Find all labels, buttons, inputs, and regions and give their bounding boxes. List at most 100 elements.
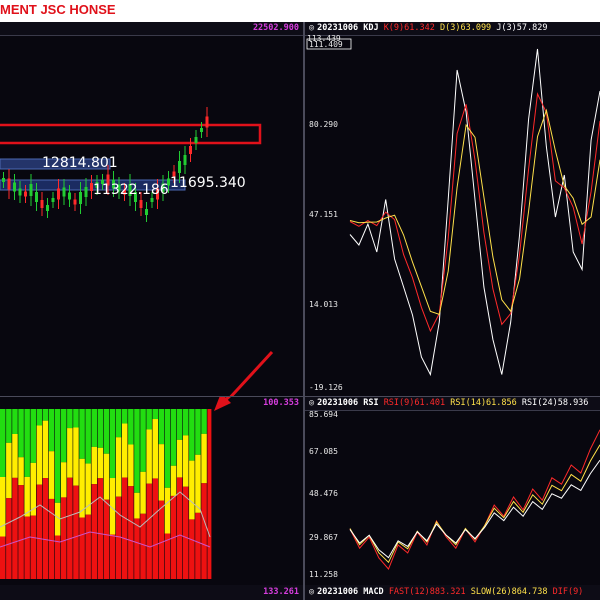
candle-body	[200, 128, 203, 132]
bar-green-segment	[122, 409, 128, 424]
vertical-divider[interactable]	[303, 22, 305, 600]
bar-yellow-segment	[115, 437, 122, 497]
bar-yellow-segment	[158, 444, 165, 501]
bar-yellow-segment	[176, 439, 183, 478]
bar-yellow-segment	[97, 447, 104, 479]
bar-green-segment	[48, 409, 55, 452]
bar-yellow-segment	[195, 454, 201, 513]
bar-yellow-segment	[164, 487, 171, 534]
bar-yellow-segment	[146, 429, 152, 484]
volume-svg	[0, 397, 232, 579]
bar-green-segment	[18, 409, 24, 458]
candle-body	[139, 200, 143, 208]
bar-yellow-segment	[140, 471, 146, 514]
bar-green-segment	[152, 409, 158, 420]
kdj-lines	[349, 48, 600, 377]
bar-yellow-segment	[201, 433, 207, 484]
price-chart-svg: 12814.801 11322.186 11695.340	[0, 107, 274, 397]
bar-red-segment	[140, 513, 146, 579]
candle-body	[13, 182, 16, 192]
kdj-panel[interactable]: ◎ 20231006 KDJ K(9)61.342 D(3)63.099 J(3)…	[305, 22, 600, 397]
bar-green-segment	[97, 409, 104, 448]
candle-body	[62, 187, 66, 197]
bottom-left-header: 133.261	[0, 585, 303, 600]
window-title: MENT JSC HONSE	[0, 2, 116, 17]
bar-green-segment	[0, 409, 6, 477]
kdj-axis-label: 111.409	[309, 40, 343, 49]
bar-green-segment	[134, 409, 140, 493]
horizontal-divider[interactable]	[0, 396, 600, 397]
bar-red-segment	[128, 486, 134, 579]
bar-green-segment	[140, 409, 146, 472]
bar-green-segment	[91, 409, 97, 447]
candle-body	[46, 205, 49, 211]
candle-body	[150, 198, 154, 202]
bar-green-segment	[85, 409, 91, 464]
bar-green-segment	[115, 409, 122, 438]
bar-green-segment	[67, 409, 73, 429]
bar-yellow-segment	[170, 465, 177, 496]
bar-red-segment	[48, 498, 55, 579]
candle-body	[7, 178, 11, 190]
rsi-axis-label: 67.085	[309, 447, 338, 456]
bar-green-segment	[109, 409, 116, 479]
bar-yellow-segment	[36, 425, 43, 485]
arrow-shaft	[228, 350, 274, 397]
bar-red-segment	[122, 477, 128, 579]
bar-red-segment	[152, 478, 158, 579]
bar-red-segment	[24, 516, 30, 579]
bar-red-segment	[36, 484, 43, 579]
candle-body	[40, 200, 44, 208]
bar-green-segment	[36, 409, 43, 426]
bottom-left-top-value: 133.261	[263, 587, 299, 597]
bar-red-segment	[0, 536, 6, 579]
bar-yellow-segment	[42, 420, 49, 479]
macd-fast-label: FAST(12)883.321	[388, 587, 466, 597]
bar-green-segment	[6, 409, 12, 443]
bar-green-segment	[183, 409, 189, 436]
bar-yellow-segment	[18, 457, 24, 486]
bar-yellow-segment	[134, 492, 140, 519]
kdj-axis-label: 80.290	[309, 120, 338, 129]
rsi-lines	[349, 429, 600, 570]
bar-red-segment	[85, 514, 91, 579]
price-label-3: 11695.340	[170, 175, 246, 191]
volume-panel[interactable]: 100.353	[0, 397, 303, 585]
bar-green-segment	[79, 409, 85, 459]
bar-red-segment	[61, 497, 67, 579]
bar-red-segment	[146, 483, 152, 579]
bar-yellow-segment	[12, 433, 18, 478]
bar-green-segment	[158, 409, 165, 445]
macd-panel[interactable]: ◎ 20231006 MACD FAST(12)883.321 SLOW(26)8…	[305, 585, 600, 600]
bar-green-segment	[164, 409, 171, 488]
bar-red-segment	[6, 498, 12, 579]
bar-red-segment	[207, 409, 212, 579]
bar-yellow-segment	[91, 446, 97, 485]
macd-name: MACD	[363, 587, 384, 597]
bar-red-segment	[67, 477, 73, 579]
bar-red-segment	[115, 496, 122, 579]
kdj-svg	[306, 38, 600, 377]
kdj-j-line	[349, 48, 600, 377]
rsi-axis-label: 11.258	[309, 570, 338, 579]
bar-red-segment	[79, 517, 85, 579]
title-bar: MENT JSC HONSE	[0, 0, 600, 22]
kdj-axis-label: 47.151	[309, 210, 338, 219]
bar-green-segment	[54, 409, 61, 503]
bar-red-segment	[201, 483, 207, 579]
bar-green-segment	[201, 409, 207, 434]
bar-green-segment	[103, 409, 110, 454]
bar-yellow-segment	[48, 451, 55, 499]
rsi-axis-label: 48.476	[309, 489, 338, 498]
bar-green-segment	[12, 409, 18, 434]
bar-green-segment	[128, 409, 134, 445]
bar-yellow-segment	[6, 442, 12, 499]
bar-red-segment	[103, 499, 110, 579]
bar-green-segment	[176, 409, 183, 440]
bottom-left-panel[interactable]: 133.261	[0, 585, 303, 600]
macd-dif-label: DIF(9)	[552, 587, 584, 597]
candle-body	[194, 137, 198, 143]
rsi-panel[interactable]: ◎ 20231006 RSI RSI(9)61.401 RSI(14)61.856…	[305, 397, 600, 585]
bar-green-segment	[73, 409, 79, 428]
price-chart-panel[interactable]: 22502.900 12814.801 11322.186 11695.340	[0, 22, 303, 397]
